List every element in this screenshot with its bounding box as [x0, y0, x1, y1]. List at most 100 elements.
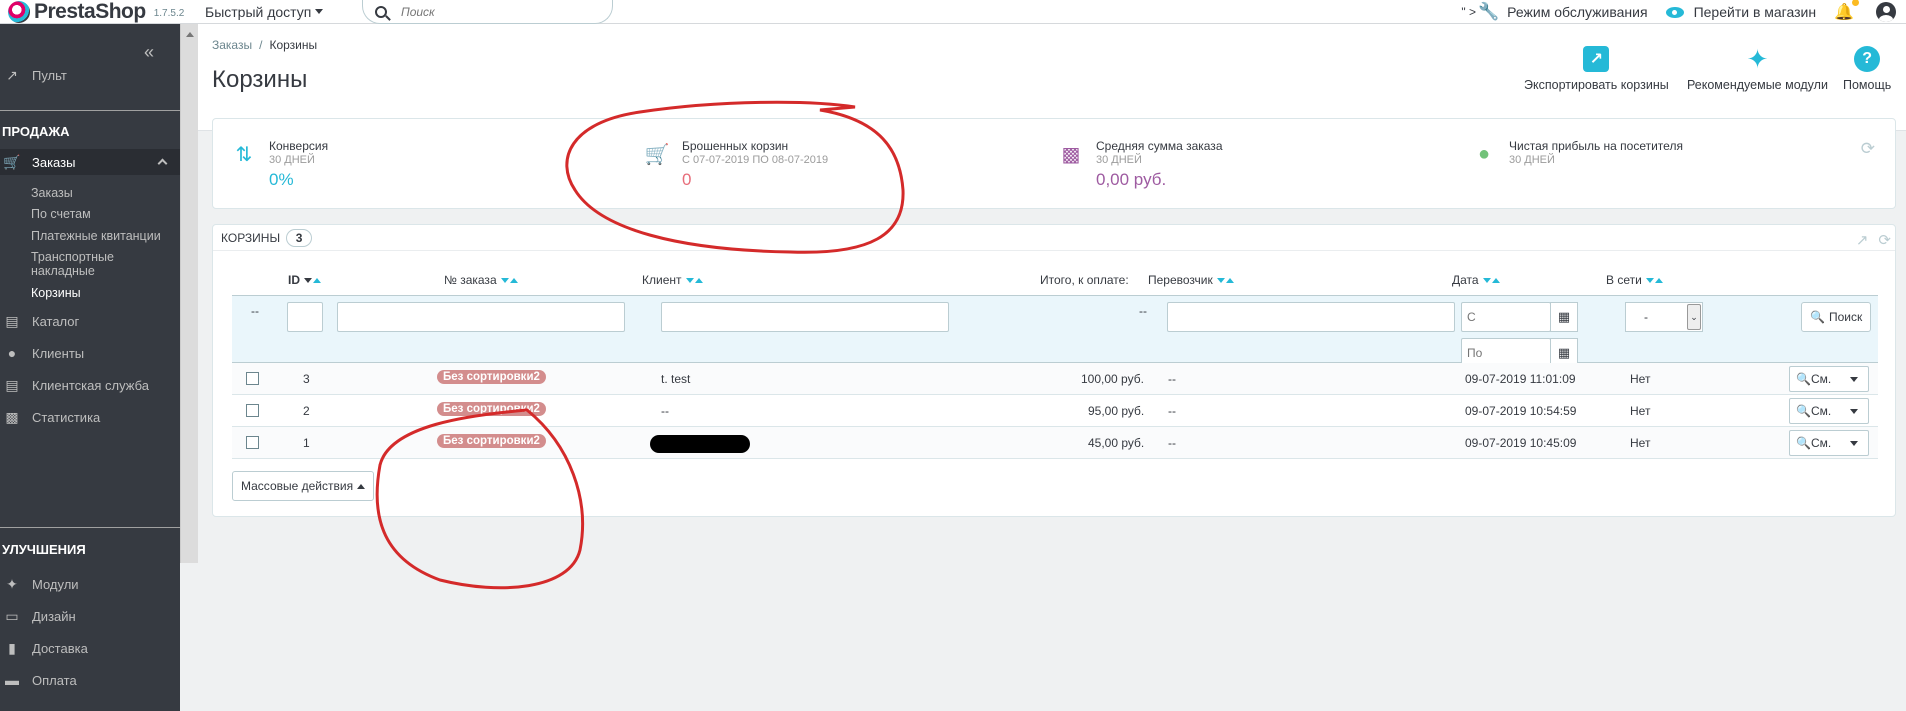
filter-id-input[interactable] [287, 302, 323, 332]
redacted-customer-name [650, 435, 750, 453]
table-row[interactable]: 1 Без сортировки2 45,00 руб. -- 09-07-20… [232, 427, 1878, 459]
search-icon[interactable] [375, 5, 387, 18]
bulk-actions-button[interactable]: Массовые действия [232, 471, 375, 501]
view-shop-link[interactable]: Перейти в магазин [1665, 4, 1816, 20]
filter-date-from-input[interactable] [1461, 302, 1551, 332]
sort-asc-icon[interactable] [509, 277, 518, 283]
filter-order-input[interactable] [337, 302, 625, 332]
sidebar-item-payment[interactable]: ▬ Оплата [0, 667, 180, 693]
view-label: См. [1810, 404, 1832, 418]
view-button[interactable]: 🔍 См. [1789, 398, 1869, 424]
table-row[interactable]: 3 Без сортировки2 t. test 100,00 руб. --… [232, 363, 1878, 395]
kpi-title: Брошенных корзин [682, 139, 789, 153]
cell-carrier: -- [1168, 404, 1176, 418]
kpi-conversion[interactable]: ⇅ Конверсия 30 ДНЕЙ 0% [231, 139, 328, 192]
notifications-bell-icon[interactable]: 🔔 [1834, 0, 1859, 22]
filter-search-button[interactable]: 🔍 Поиск [1801, 302, 1872, 332]
trending-icon: ↗ [6, 66, 18, 83]
kpi-subtitle: 30 ДНЕЙ [1509, 154, 1555, 166]
filter-online-select[interactable]: - ⌄ [1625, 302, 1703, 332]
recommended-modules-button[interactable]: ✦ Рекомендуемые модули [1687, 44, 1828, 93]
sort-asc-icon[interactable] [1225, 277, 1234, 283]
sort-desc-icon[interactable] [1216, 277, 1225, 283]
sort-desc-icon[interactable] [304, 277, 312, 283]
sidebar-subitem-orders[interactable]: Заказы [31, 186, 171, 200]
employee-avatar[interactable] [1876, 2, 1896, 22]
filter-row: -- -- ▦ ▦ - ⌄ 🔍 Поиск [232, 295, 1878, 368]
top-right-actions: " > 🔧 Режим обслуживания Перейти в магаз… [1461, 0, 1906, 24]
refresh-icon[interactable]: ⟳ [1878, 231, 1891, 249]
store-icon: ▤ [5, 312, 19, 329]
maintenance-label: Режим обслуживания [1507, 4, 1648, 20]
view-button[interactable]: 🔍 См. [1789, 430, 1869, 456]
sidebar-item-label: Каталог [32, 313, 80, 329]
export-carts-button[interactable]: ↗ Экспортировать корзины [1524, 46, 1669, 92]
sidebar-subitem-credit-slips[interactable]: Платежные квитанции [31, 229, 171, 243]
sort-asc-icon[interactable] [1654, 277, 1663, 283]
export-icon[interactable]: ↗ [1856, 231, 1869, 249]
sidebar: « ↗ Пульт ПРОДАЖА 🛒 Заказы Заказы По сче… [0, 24, 180, 711]
view-button[interactable]: 🔍 См. [1789, 366, 1869, 392]
refresh-icon[interactable]: ⟳ [1861, 139, 1875, 159]
kpi-net-profit[interactable]: ● Чистая прибыль на посетителя 30 ДНЕЙ [1471, 139, 1683, 168]
sidebar-item-catalog[interactable]: ▤ Каталог [0, 308, 180, 334]
search-input[interactable] [401, 4, 581, 19]
maintenance-link[interactable]: " > 🔧 Режим обслуживания [1461, 2, 1647, 22]
sidebar-subitem-carts[interactable]: Корзины [31, 286, 171, 300]
sidebar-scrollbar[interactable] [180, 24, 198, 563]
kpi-average-order[interactable]: ▩ Средняя сумма заказа 30 ДНЕЙ 0,00 руб. [1058, 139, 1223, 192]
sort-desc-icon[interactable] [1645, 277, 1654, 283]
sort-desc-icon[interactable] [500, 277, 509, 283]
collapse-sidebar-icon[interactable]: « [144, 42, 154, 63]
table-row[interactable]: 2 Без сортировки2 -- 95,00 руб. -- 09-07… [232, 395, 1878, 427]
calendar-icon[interactable]: ▦ [1550, 302, 1578, 332]
sort-desc-icon[interactable] [685, 277, 694, 283]
filter-carrier-input[interactable] [1167, 302, 1455, 332]
sidebar-item-customer-service[interactable]: ▤ Клиентская служба [0, 372, 180, 398]
sort-desc-icon[interactable] [1482, 277, 1491, 283]
sidebar-subitem-invoices[interactable]: По счетам [31, 207, 171, 221]
row-checkbox[interactable] [246, 372, 259, 385]
caret-down-icon[interactable] [1850, 441, 1858, 446]
quick-access-dropdown[interactable]: Быстрый доступ [205, 4, 324, 20]
list-header: Корзины 3 ↗ ⟳ [213, 225, 1895, 251]
sidebar-item-design[interactable]: ▭ Дизайн [0, 603, 180, 629]
kpi-abandoned-carts[interactable]: 🛒 Брошенных корзин С 07-07-2019 ПО 08-07… [644, 139, 829, 192]
caret-down-icon[interactable] [1850, 377, 1858, 382]
cell-carrier: -- [1168, 436, 1176, 450]
sidebar-subitem-delivery-slips[interactable]: Транспортные накладные [31, 250, 171, 278]
brand-name: PrestaShop [34, 0, 146, 23]
sidebar-item-label: Доставка [32, 640, 88, 656]
scroll-up-icon[interactable] [186, 32, 194, 37]
sort-asc-icon[interactable] [1491, 277, 1500, 283]
breadcrumb-current: Корзины [269, 38, 318, 52]
sidebar-item-stats[interactable]: ▩ Статистика [0, 404, 180, 430]
breadcrumb-parent[interactable]: Заказы [212, 38, 252, 52]
kpi-value: 0 [682, 170, 692, 189]
sidebar-item-shipping[interactable]: ▮ Доставка [0, 635, 180, 661]
sidebar-item-modules[interactable]: ✦ Модули [0, 571, 180, 597]
chat-icon: ▤ [5, 376, 19, 393]
sort-asc-icon[interactable] [694, 277, 703, 283]
breadcrumb: Заказы / Корзины [212, 38, 317, 52]
filter-customer-input[interactable] [661, 302, 949, 332]
column-label: ID [288, 273, 300, 287]
cell-total: 45,00 руб. [1088, 436, 1145, 450]
row-checkbox[interactable] [246, 436, 259, 449]
eye-icon [1665, 6, 1684, 18]
page-header: Заказы / Корзины Корзины ↗ Экспортировать … [198, 24, 1906, 131]
help-button[interactable]: ? Помощь [1843, 46, 1891, 92]
sort-asc-icon[interactable] [313, 277, 321, 283]
sidebar-item-dashboard[interactable]: ↗ Пульт [0, 62, 180, 88]
logo[interactable]: PrestaShop 1.7.5.2 [0, 0, 205, 24]
sidebar-item-customers[interactable]: ● Клиенты [0, 340, 180, 366]
cell-total: 100,00 руб. [1081, 372, 1144, 386]
breadcrumb-separator: / [259, 38, 263, 52]
caret-down-icon[interactable] [1850, 409, 1858, 414]
sidebar-item-orders[interactable]: 🛒 Заказы [0, 149, 180, 175]
zoom-icon: 🔍 [1796, 372, 1811, 386]
sidebar-item-label: Клиенты [32, 345, 85, 361]
cell-customer: t. test [661, 372, 691, 386]
order-status-pill: Без сортировки2 [437, 402, 546, 416]
row-checkbox[interactable] [246, 404, 259, 417]
